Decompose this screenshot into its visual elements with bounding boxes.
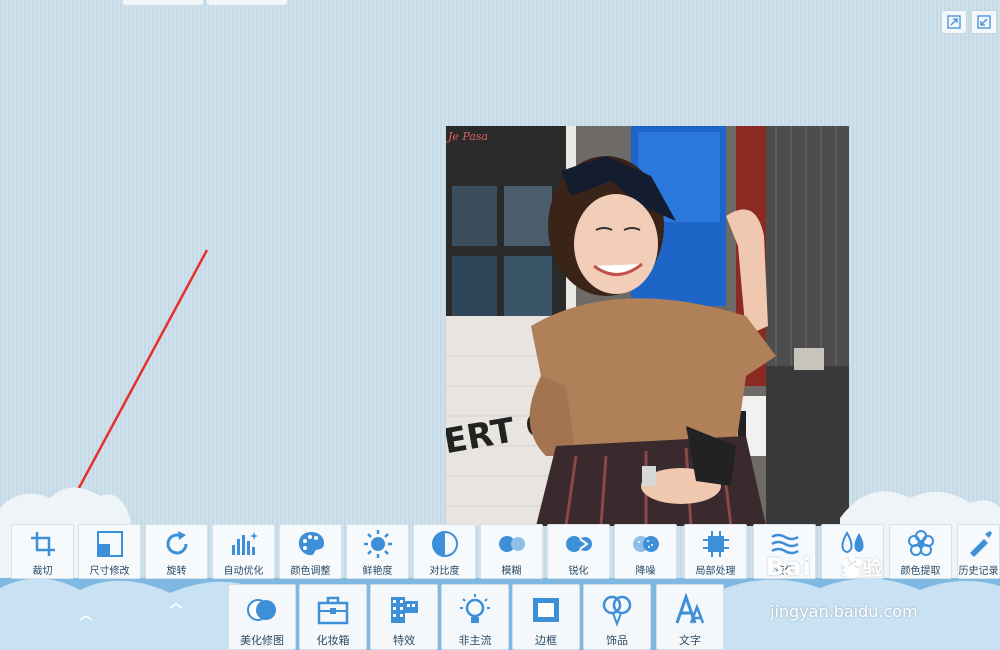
rotate-icon: [166, 531, 187, 555]
sharpen-icon: [565, 536, 592, 552]
tool-rotate[interactable]: 旋转: [145, 524, 208, 579]
watermark-url: jingyan.baidu.com: [770, 602, 918, 621]
photo-image: ERT CULT Je Pasa: [446, 126, 849, 526]
expand-icon: [947, 15, 961, 29]
tool-label: 裁切: [32, 566, 53, 577]
tool-label: 对比度: [429, 566, 460, 577]
bulb-icon: [460, 594, 490, 623]
film-icon: [391, 597, 418, 623]
tool-label: 降噪: [635, 566, 656, 577]
tool-nonmainstream[interactable]: 非主流: [441, 584, 509, 650]
tool-label: 锐化: [568, 566, 589, 577]
text-icon: [675, 593, 705, 624]
paw-icon: [842, 556, 862, 578]
tool-label: 非主流: [458, 634, 492, 647]
edit-canvas-photo[interactable]: ERT CULT Je Pasa: [446, 126, 849, 526]
tool-label: 旋转: [166, 566, 187, 577]
tool-crop[interactable]: 裁切: [11, 524, 74, 579]
tool-color-adjust[interactable]: 颜色调整: [279, 524, 342, 579]
makeup-box-icon: [317, 596, 349, 625]
tool-sharpen[interactable]: 锐化: [547, 524, 610, 579]
tool-label: 美化修图: [240, 634, 284, 647]
local-process-icon: [702, 531, 729, 557]
tool-label: 边框: [535, 634, 557, 647]
zoom-in-button[interactable]: [941, 10, 967, 34]
palette-icon: [298, 532, 324, 556]
tool-label: 饰品: [606, 634, 628, 647]
tool-blur[interactable]: 模糊: [480, 524, 543, 579]
balloon-icon: [602, 595, 632, 627]
tool-label: 化妆箱: [316, 634, 350, 647]
contrast-icon: [431, 531, 458, 557]
blur-icon: [498, 536, 525, 552]
tool-vibrance[interactable]: 鲜艳度: [346, 524, 409, 579]
beautify-icon: [247, 599, 276, 621]
tool-label: 局部处理: [695, 566, 736, 577]
tool-label: 模糊: [501, 566, 522, 577]
tool-makeup-box[interactable]: 化妆箱: [299, 584, 367, 650]
tool-effects[interactable]: 特效: [370, 584, 438, 650]
crop-icon: [30, 532, 55, 556]
zoom-out-button[interactable]: [971, 10, 997, 34]
top-tab-right[interactable]: [207, 0, 287, 5]
tool-accessory[interactable]: 饰品: [583, 584, 651, 650]
shrink-icon: [977, 15, 991, 29]
auto-enhance-icon: [231, 532, 258, 555]
tool-label: 文字: [679, 634, 701, 647]
sun-icon: [363, 530, 392, 558]
tool-label: 特效: [393, 634, 415, 647]
tool-contrast[interactable]: 对比度: [413, 524, 476, 579]
photo-shop-text: Je Pasa: [446, 130, 488, 143]
tool-resize[interactable]: 尺寸修改: [78, 524, 141, 579]
tool-text[interactable]: 文字: [656, 584, 724, 650]
tool-beautify[interactable]: 美化修图: [228, 584, 296, 650]
tool-label: 颜色调整: [290, 566, 331, 577]
top-tab-left[interactable]: [123, 0, 203, 5]
watermark-logo: Bai 经验: [766, 553, 884, 581]
tool-auto-enhance[interactable]: 自动优化: [212, 524, 275, 579]
denoise-icon: [632, 536, 659, 552]
tool-frame[interactable]: 边框: [512, 584, 580, 650]
tool-label: 鲜艳度: [362, 566, 393, 577]
tool-label: 尺寸修改: [89, 566, 130, 577]
tool-local-process[interactable]: 局部处理: [684, 524, 747, 579]
frame-icon: [533, 598, 559, 622]
baidu-watermark: Bai 经验 jingyan.baidu.com: [762, 548, 1000, 632]
tool-denoise[interactable]: 降噪: [614, 524, 677, 579]
resize-icon: [96, 531, 123, 557]
tool-label: 自动优化: [223, 566, 264, 577]
